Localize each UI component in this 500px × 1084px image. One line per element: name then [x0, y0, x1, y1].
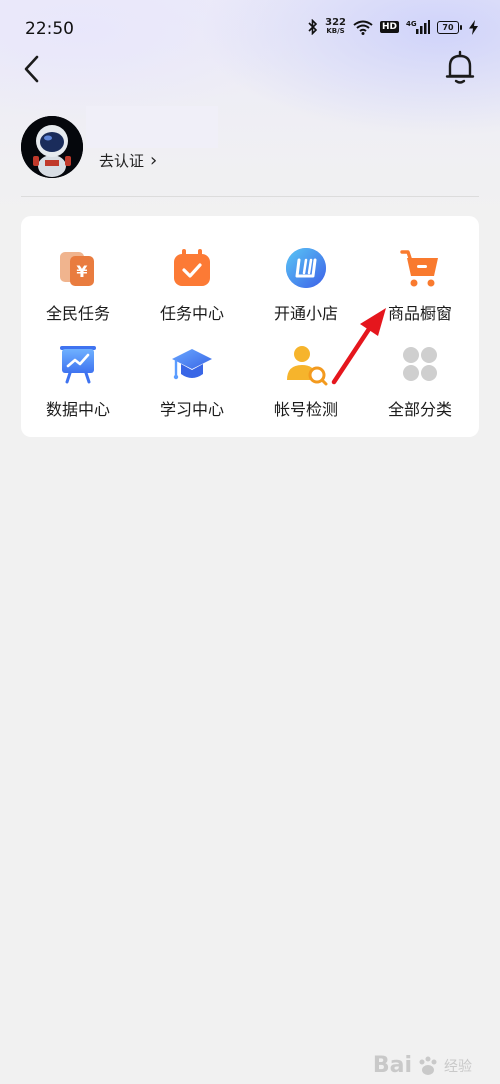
- charging-icon: [469, 19, 478, 35]
- signal-icon: 4G: [406, 20, 430, 34]
- feature-card: ¥ 全民任务 任务中心 开通小店 商品橱窗 数据中心 学习中心 帐号检测 全部分…: [21, 216, 479, 437]
- bluetooth-icon: [308, 19, 318, 35]
- menu-label: 商品橱窗: [387, 304, 452, 323]
- menu-item-learning-center[interactable]: 学习中心: [135, 342, 249, 420]
- net-speed-unit: KB/S: [326, 27, 345, 35]
- status-bar: 22:50 322 KB/S HD 4G 70: [0, 0, 500, 60]
- watermark-suffix: 经验: [444, 1058, 472, 1075]
- verify-label: 去认证: [99, 152, 145, 170]
- divider: [21, 196, 479, 197]
- verify-chevron-icon: ›: [150, 150, 158, 171]
- data-board-icon: [60, 346, 96, 384]
- menu-label: 任务中心: [159, 304, 224, 323]
- red-arrow-annotation-icon: [331, 308, 386, 385]
- grad-cap-icon: [172, 349, 212, 380]
- shop-logo-icon: [286, 248, 326, 288]
- baidu-jingyan-watermark: Bai 经验: [373, 1053, 472, 1078]
- menu-label: 全部分类: [387, 400, 452, 419]
- back-chevron-icon[interactable]: [20, 54, 46, 84]
- yuan-cards-icon: ¥: [60, 252, 94, 286]
- menu-item-data-center[interactable]: 数据中心: [21, 342, 135, 420]
- hd-badge: HD: [379, 21, 399, 33]
- status-time: 22:50: [25, 19, 74, 39]
- verify-link[interactable]: 去认证 ›: [99, 150, 157, 171]
- avatar[interactable]: [21, 116, 83, 178]
- wifi-icon: [353, 20, 373, 35]
- battery-level: 70: [437, 20, 459, 34]
- svg-text:¥: ¥: [76, 262, 87, 281]
- net-speed-value: 322: [325, 17, 346, 28]
- grid-icon: [403, 347, 437, 381]
- calendar-check-icon: [174, 249, 210, 286]
- battery-tip: [460, 24, 462, 30]
- status-icons: 322 KB/S HD 4G 70: [308, 17, 478, 36]
- menu-label: 全民任务: [45, 304, 110, 323]
- user-search-icon: [287, 346, 328, 386]
- cart-icon: [400, 250, 438, 287]
- username-redacted: [86, 106, 218, 148]
- menu-label: 学习中心: [159, 400, 224, 419]
- battery-indicator: 70: [437, 20, 462, 34]
- network-type-label: 4G: [406, 20, 417, 28]
- paw-icon: [419, 1056, 437, 1075]
- net-speed: 322 KB/S: [325, 17, 346, 36]
- astronaut-avatar-icon: [21, 116, 83, 178]
- bell-icon[interactable]: [444, 50, 476, 86]
- watermark-brand: Bai: [372, 1053, 412, 1078]
- menu-label: 帐号检测: [273, 400, 338, 419]
- menu-item-task-center[interactable]: 任务中心: [135, 246, 249, 324]
- menu-label: 数据中心: [45, 400, 110, 419]
- menu-item-quanmin-task[interactable]: ¥ 全民任务: [21, 246, 135, 324]
